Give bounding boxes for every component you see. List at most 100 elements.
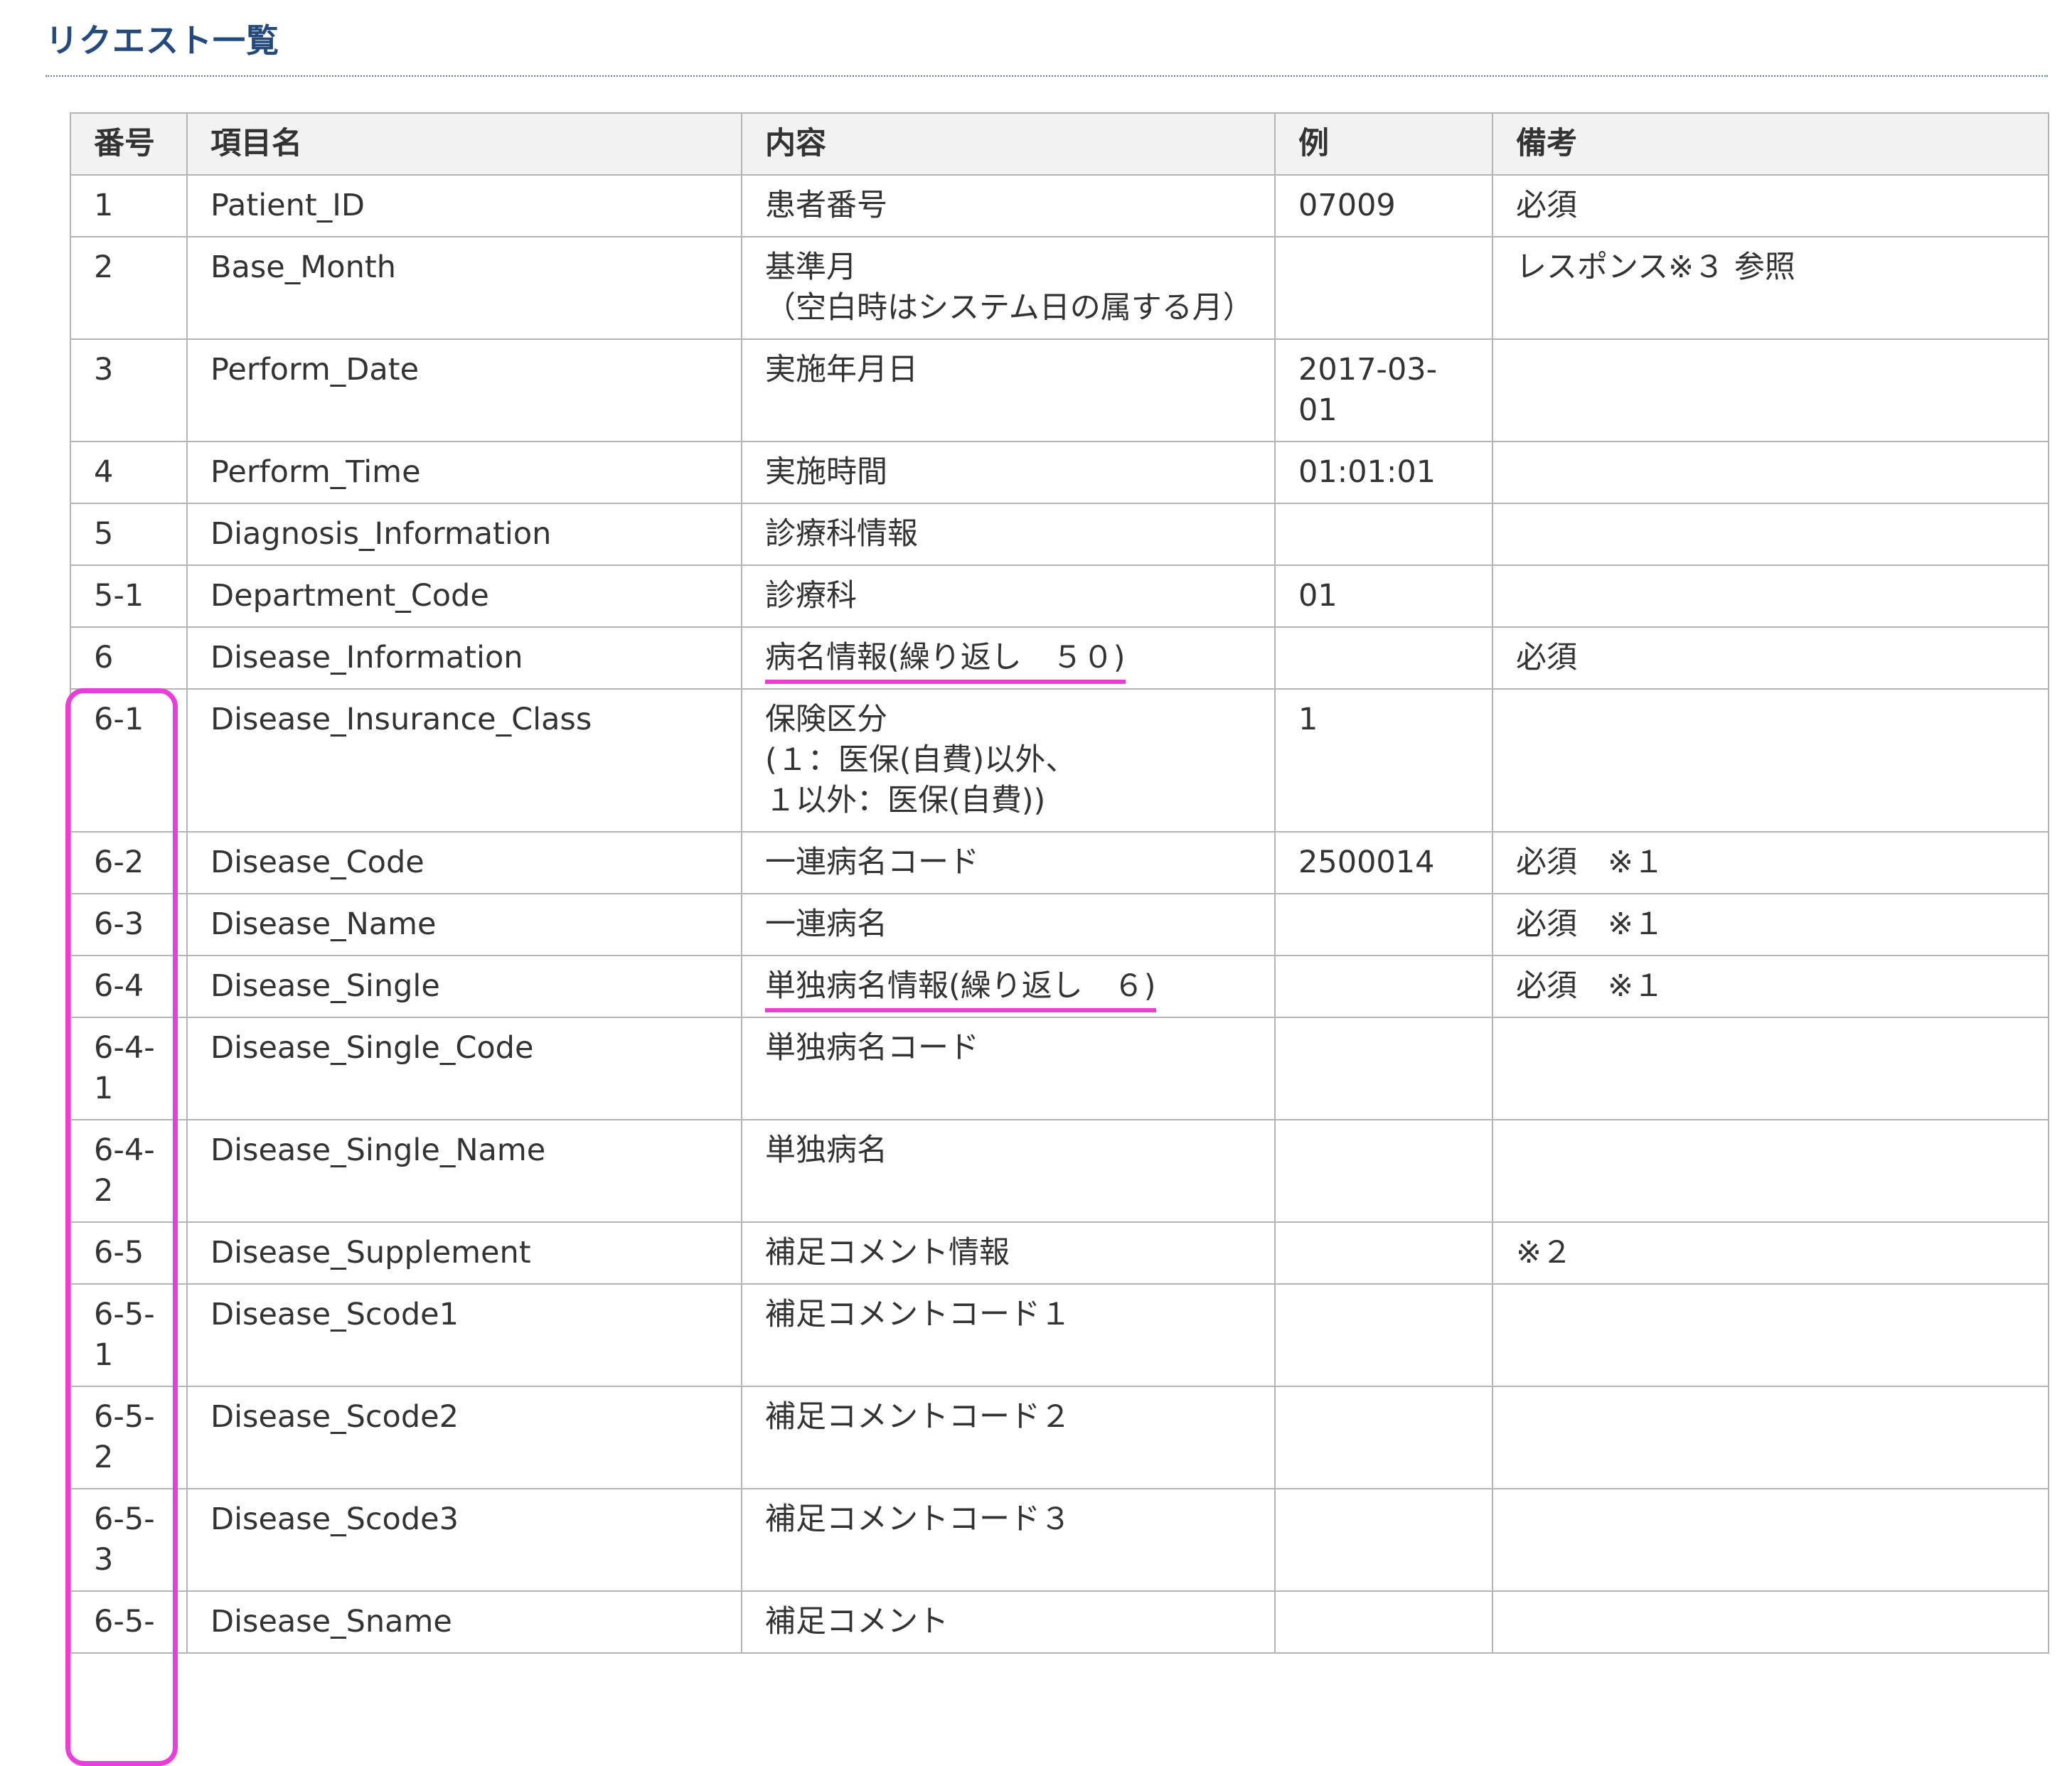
cell-content: 単独病名情報(繰り返し ６) [741, 955, 1276, 1018]
cell-number: 4 [70, 441, 188, 504]
cell-content: 基準月 （空白時はシステム日の属する月） [741, 236, 1276, 340]
cell-note [1492, 564, 2049, 628]
header-example: 例 [1274, 112, 1493, 176]
table-row: 6-4-2 Disease_Single_Name 単独病名 [70, 1119, 2049, 1223]
header-item-name: 項目名 [186, 112, 742, 176]
cell-content: 一連病名 [741, 893, 1276, 956]
cell-content: 補足コメントコード２ [741, 1386, 1276, 1489]
cell-number: 6-4-2 [70, 1119, 188, 1223]
cell-note [1492, 441, 2049, 504]
cell-note [1492, 1488, 2049, 1592]
cell-example [1274, 955, 1493, 1018]
cell-item-name: Base_Month [186, 236, 742, 340]
cell-content: 補足コメント情報 [741, 1221, 1276, 1285]
table-row: 6-2 Disease_Code 一連病名コード 2500014 必須 ※１ [70, 831, 2049, 894]
cell-number: 3 [70, 338, 188, 442]
cell-note [1492, 338, 2049, 442]
cell-number: 6-5-2 [70, 1386, 188, 1489]
cell-number: 6-5 [70, 1221, 188, 1285]
cell-note: ※２ [1492, 1221, 2049, 1285]
title-divider [46, 75, 2048, 77]
cell-example [1274, 1590, 1493, 1654]
cell-number: 6-3 [70, 893, 188, 956]
cell-content: 病名情報(繰り返し ５０) [741, 626, 1276, 690]
cell-item-name: Patient_ID [186, 174, 742, 237]
cell-number: 6-4 [70, 955, 188, 1018]
cell-item-name: Disease_Single [186, 955, 742, 1018]
cell-number: 2 [70, 236, 188, 340]
cell-example: 2500014 [1274, 831, 1493, 894]
cell-number: 6-2 [70, 831, 188, 894]
cell-note: レスポンス※３ 参照 [1492, 236, 2049, 340]
header-note: 備考 [1492, 112, 2049, 176]
cell-content: 単独病名コード [741, 1017, 1276, 1120]
cell-number: 6-5-3 [70, 1488, 188, 1592]
cell-content: 単独病名 [741, 1119, 1276, 1223]
cell-example: 07009 [1274, 174, 1493, 237]
cell-example [1274, 1283, 1493, 1387]
cell-number: 5-1 [70, 564, 188, 628]
cell-note: 必須 [1492, 626, 2049, 690]
cell-content: 一連病名コード [741, 831, 1276, 894]
table-header-row: 番号 項目名 内容 例 備考 [70, 112, 2049, 176]
table-row: 6-5-2 Disease_Scode2 補足コメントコード２ [70, 1386, 2049, 1489]
cell-number: 6-5- [70, 1590, 188, 1654]
cell-number: 6-1 [70, 688, 188, 833]
cell-example [1274, 1488, 1493, 1592]
cell-example [1274, 503, 1493, 566]
cell-item-name: Disease_Single_Code [186, 1017, 742, 1120]
underlined-content: 単独病名情報(繰り返し ６) [765, 968, 1156, 1012]
cell-content: 保険区分 (１：医保(自費)以外、 １以外：医保(自費)) [741, 688, 1276, 833]
cell-note: 必須 ※１ [1492, 955, 2049, 1018]
cell-note: 必須 ※１ [1492, 831, 2049, 894]
cell-example [1274, 1386, 1493, 1489]
table-row: 1 Patient_ID 患者番号 07009 必須 [70, 174, 2049, 237]
cell-item-name: Disease_Supplement [186, 1221, 742, 1285]
cell-content: 診療科情報 [741, 503, 1276, 566]
cell-item-name: Disease_Information [186, 626, 742, 690]
cell-item-name: Department_Code [186, 564, 742, 628]
cell-example: 2017-03-01 [1274, 338, 1493, 442]
underlined-content: 病名情報(繰り返し ５０) [765, 640, 1126, 684]
cell-item-name: Disease_Insurance_Class [186, 688, 742, 833]
cell-number: 6 [70, 626, 188, 690]
page-title: リクエスト一覧 [46, 21, 279, 60]
cell-note [1492, 1119, 2049, 1223]
table-row: 6-5 Disease_Supplement 補足コメント情報 ※２ [70, 1221, 2049, 1285]
cell-note [1492, 1386, 2049, 1489]
cell-example [1274, 1017, 1493, 1120]
table-row: 6-4-1 Disease_Single_Code 単独病名コード [70, 1017, 2049, 1120]
cell-item-name: Disease_Scode3 [186, 1488, 742, 1592]
cell-item-name: Disease_Scode2 [186, 1386, 742, 1489]
cell-example: 1 [1274, 688, 1493, 833]
cell-example [1274, 626, 1493, 690]
cell-example: 01:01:01 [1274, 441, 1493, 504]
table-row: 6 Disease_Information 病名情報(繰り返し ５０) 必須 [70, 626, 2049, 690]
cell-note: 必須 ※１ [1492, 893, 2049, 956]
cell-number: 6-5-1 [70, 1283, 188, 1387]
cell-content: 実施時間 [741, 441, 1276, 504]
table-row: 6-1 Disease_Insurance_Class 保険区分 (１：医保(自費)… [70, 688, 2049, 833]
cell-item-name: Disease_Name [186, 893, 742, 956]
cell-example [1274, 236, 1493, 340]
table-row: 6-5-3 Disease_Scode3 補足コメントコード３ [70, 1488, 2049, 1592]
table-row: 4 Perform_Time 実施時間 01:01:01 [70, 441, 2049, 504]
cell-note [1492, 503, 2049, 566]
cell-item-name: Perform_Date [186, 338, 742, 442]
cell-content: 補足コメントコード３ [741, 1488, 1276, 1592]
cell-content: 補足コメント [741, 1590, 1276, 1654]
table-row: 6-5- Disease_Sname 補足コメント [70, 1590, 2049, 1654]
cell-item-name: Diagnosis_Information [186, 503, 742, 566]
table-row: 3 Perform_Date 実施年月日 2017-03-01 [70, 338, 2049, 442]
cell-item-name: Disease_Scode1 [186, 1283, 742, 1387]
cell-content: 実施年月日 [741, 338, 1276, 442]
cell-item-name: Disease_Code [186, 831, 742, 894]
cell-example: 01 [1274, 564, 1493, 628]
cell-item-name: Perform_Time [186, 441, 742, 504]
cell-note [1492, 1283, 2049, 1387]
table-body: 1 Patient_ID 患者番号 07009 必須 2 Base_Month 基準月 （空白… [70, 174, 2049, 1654]
header-number: 番号 [70, 112, 188, 176]
cell-item-name: Disease_Single_Name [186, 1119, 742, 1223]
cell-note: 必須 [1492, 174, 2049, 237]
cell-note [1492, 1017, 2049, 1120]
